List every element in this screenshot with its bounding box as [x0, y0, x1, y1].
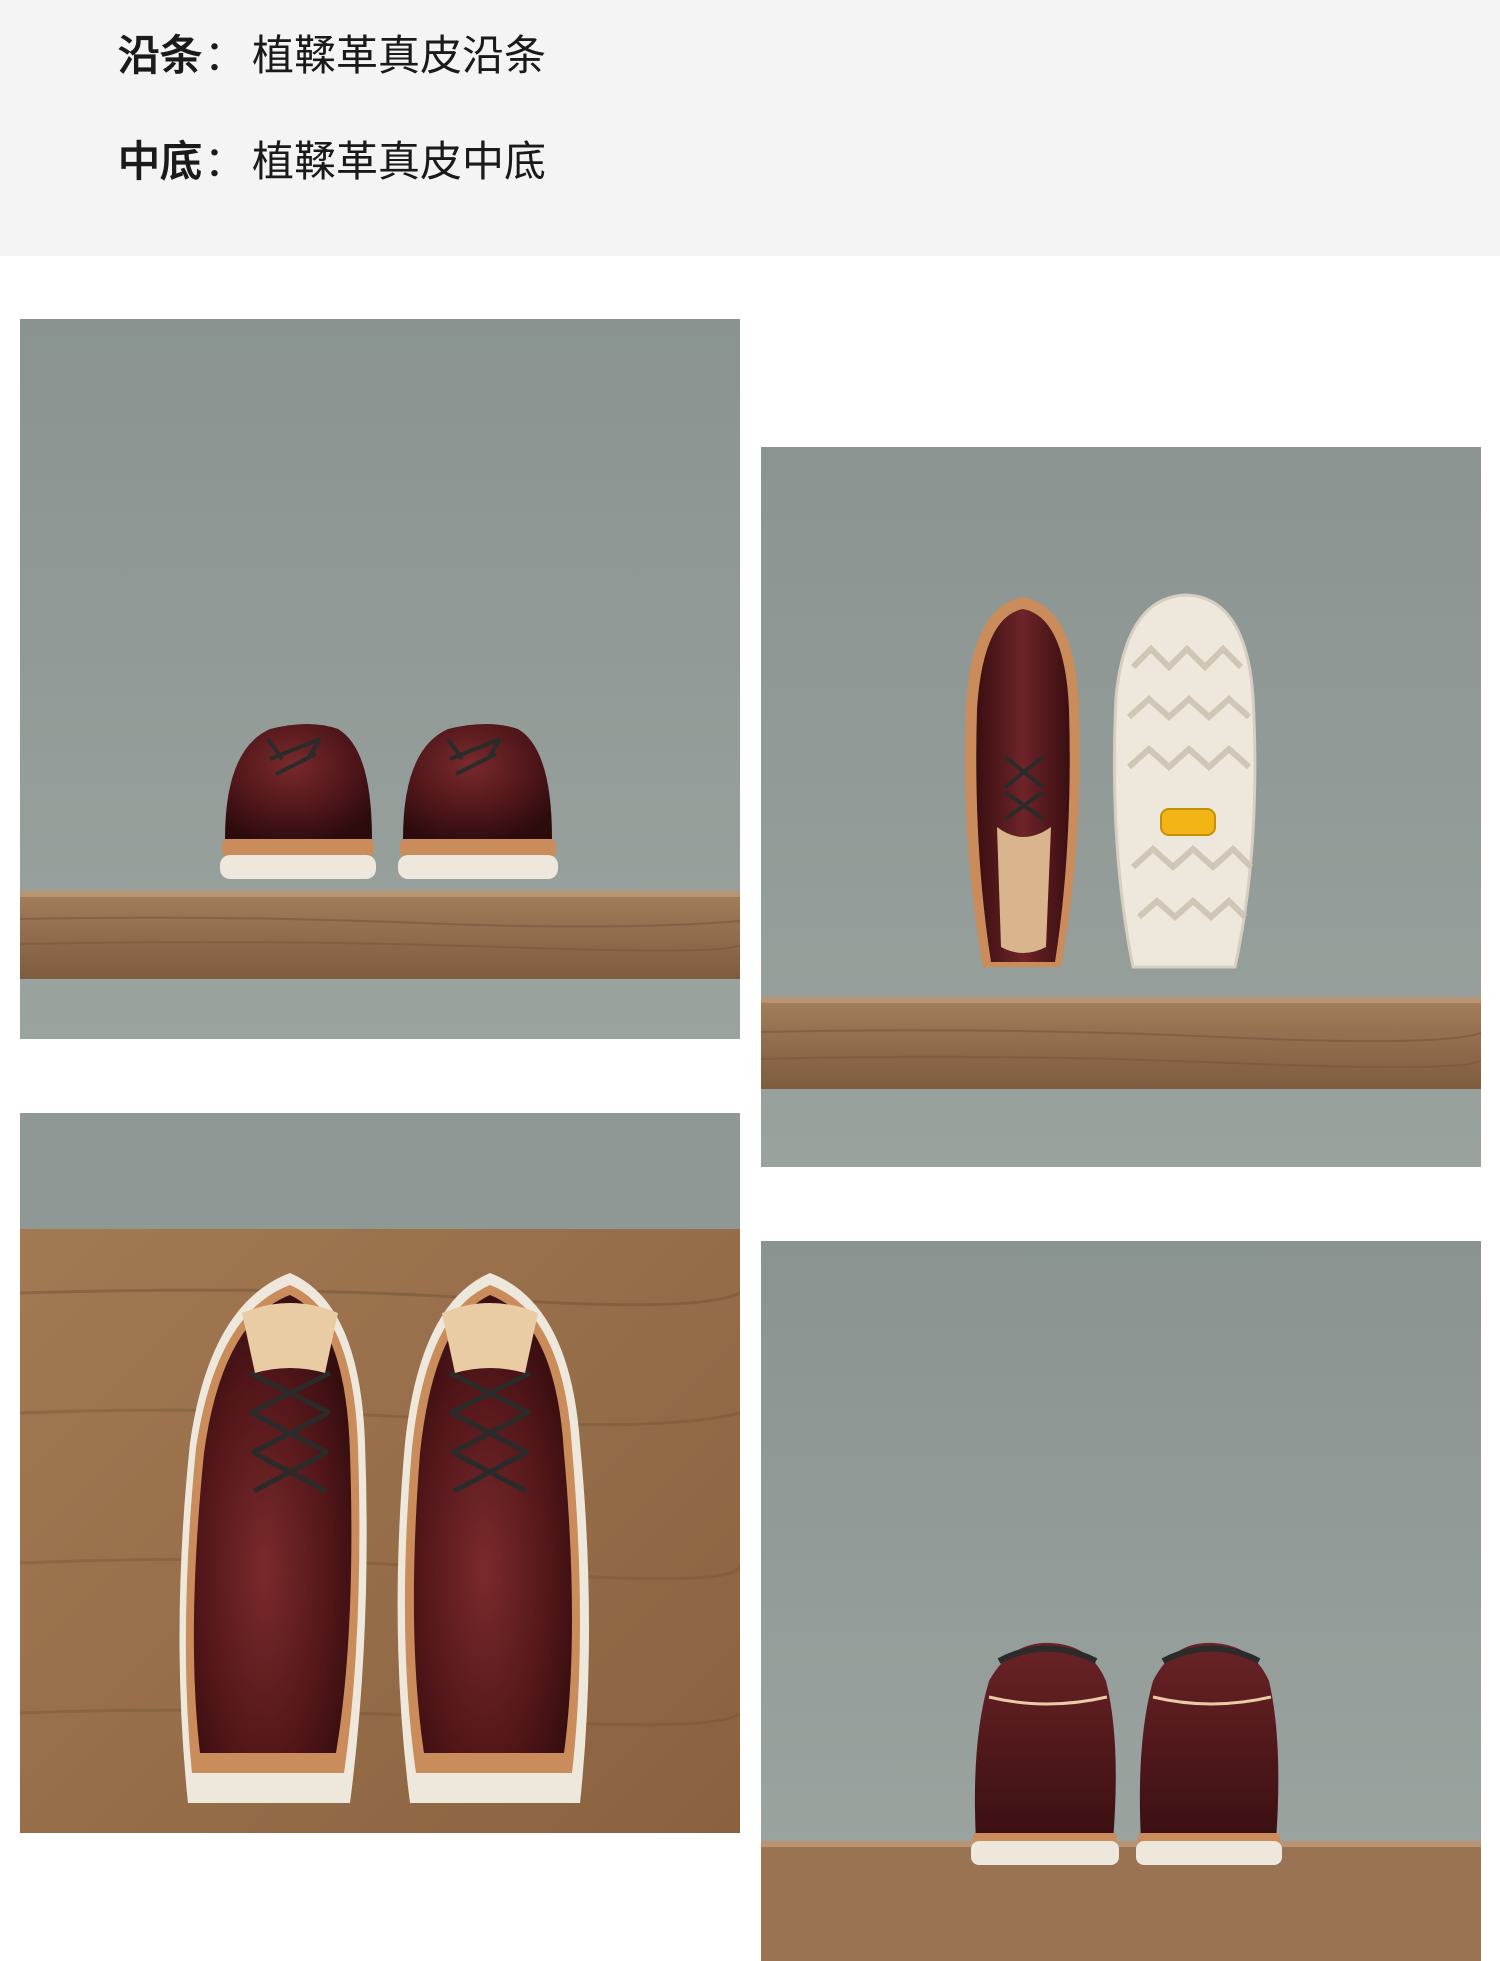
spec-welt-row: 沿条： 植鞣革真皮沿条	[118, 30, 546, 82]
photo-front-view-image	[20, 319, 740, 1039]
spec-insole-label: 中底	[118, 137, 203, 186]
photo-rear-view-image	[761, 1241, 1481, 1961]
photo-sole-view-image	[761, 447, 1481, 1167]
spec-welt-value: 植鞣革真皮沿条	[252, 31, 547, 80]
spec-welt-separator: ：	[204, 31, 247, 80]
photo-sole-view	[761, 447, 1481, 1167]
photo-top-view	[20, 1113, 740, 1833]
spec-welt-label: 沿条	[118, 31, 203, 80]
spec-insole-row: 中底： 植鞣革真皮中底	[118, 136, 546, 188]
photo-top-view-image	[20, 1113, 740, 1833]
photo-rear-view	[761, 1241, 1481, 1961]
spec-insole-separator: ：	[204, 137, 247, 186]
photo-front-view	[20, 319, 740, 1039]
spec-insole-value: 植鞣革真皮中底	[252, 137, 547, 186]
spec-panel: 沿条： 植鞣革真皮沿条 中底： 植鞣革真皮中底	[0, 0, 1500, 256]
